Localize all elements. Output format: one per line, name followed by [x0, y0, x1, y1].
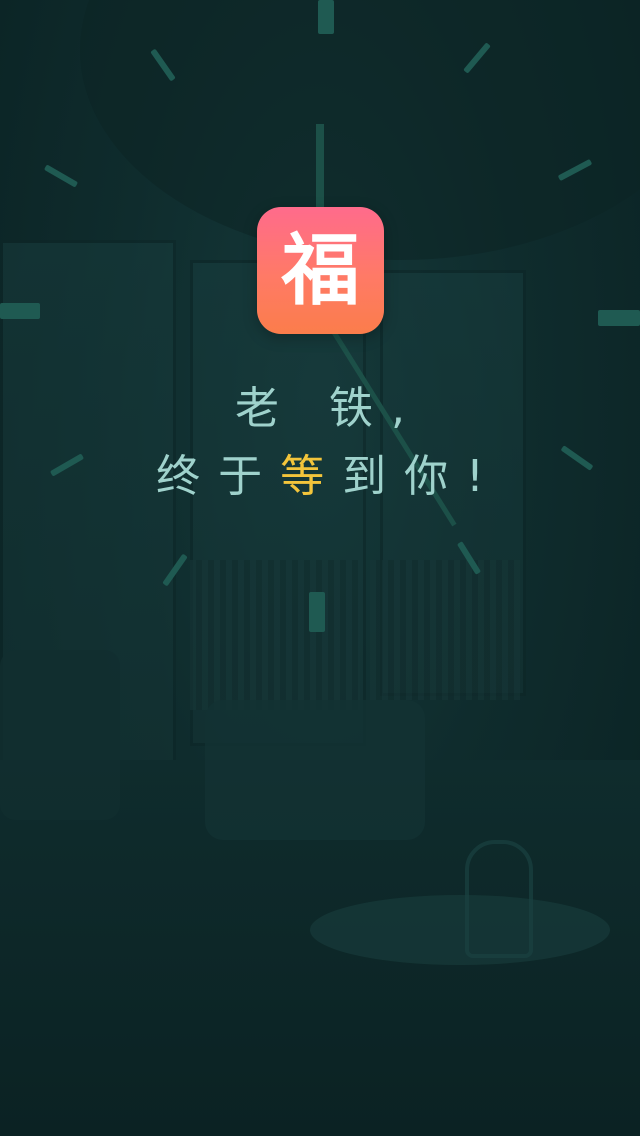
greeting-line-2: 终于等到你!: [0, 440, 640, 504]
background-bookshelf-right: [370, 560, 520, 700]
greeting-line-1: 老 铁,: [235, 383, 423, 434]
greeting-line-2-end: 到你!: [342, 451, 502, 502]
app-logo: 福: [257, 207, 384, 334]
clock-tick-12: [318, 0, 334, 34]
clock-tick-9: [0, 303, 40, 319]
background-table: [310, 895, 610, 965]
background-vase: [465, 840, 533, 958]
background-chair: [0, 650, 120, 820]
greeting-line-2-start: 终于: [156, 451, 281, 502]
fu-logo-icon: 福: [281, 225, 360, 316]
splash-screen: 福 老 铁, 终于等到你!: [0, 0, 640, 1136]
background-sofa: [205, 700, 425, 840]
background-bookshelf-left: [190, 560, 360, 710]
greeting-highlight-word: 等: [280, 451, 343, 502]
clock-tick-6: [309, 592, 325, 632]
clock-tick-3: [598, 310, 640, 326]
